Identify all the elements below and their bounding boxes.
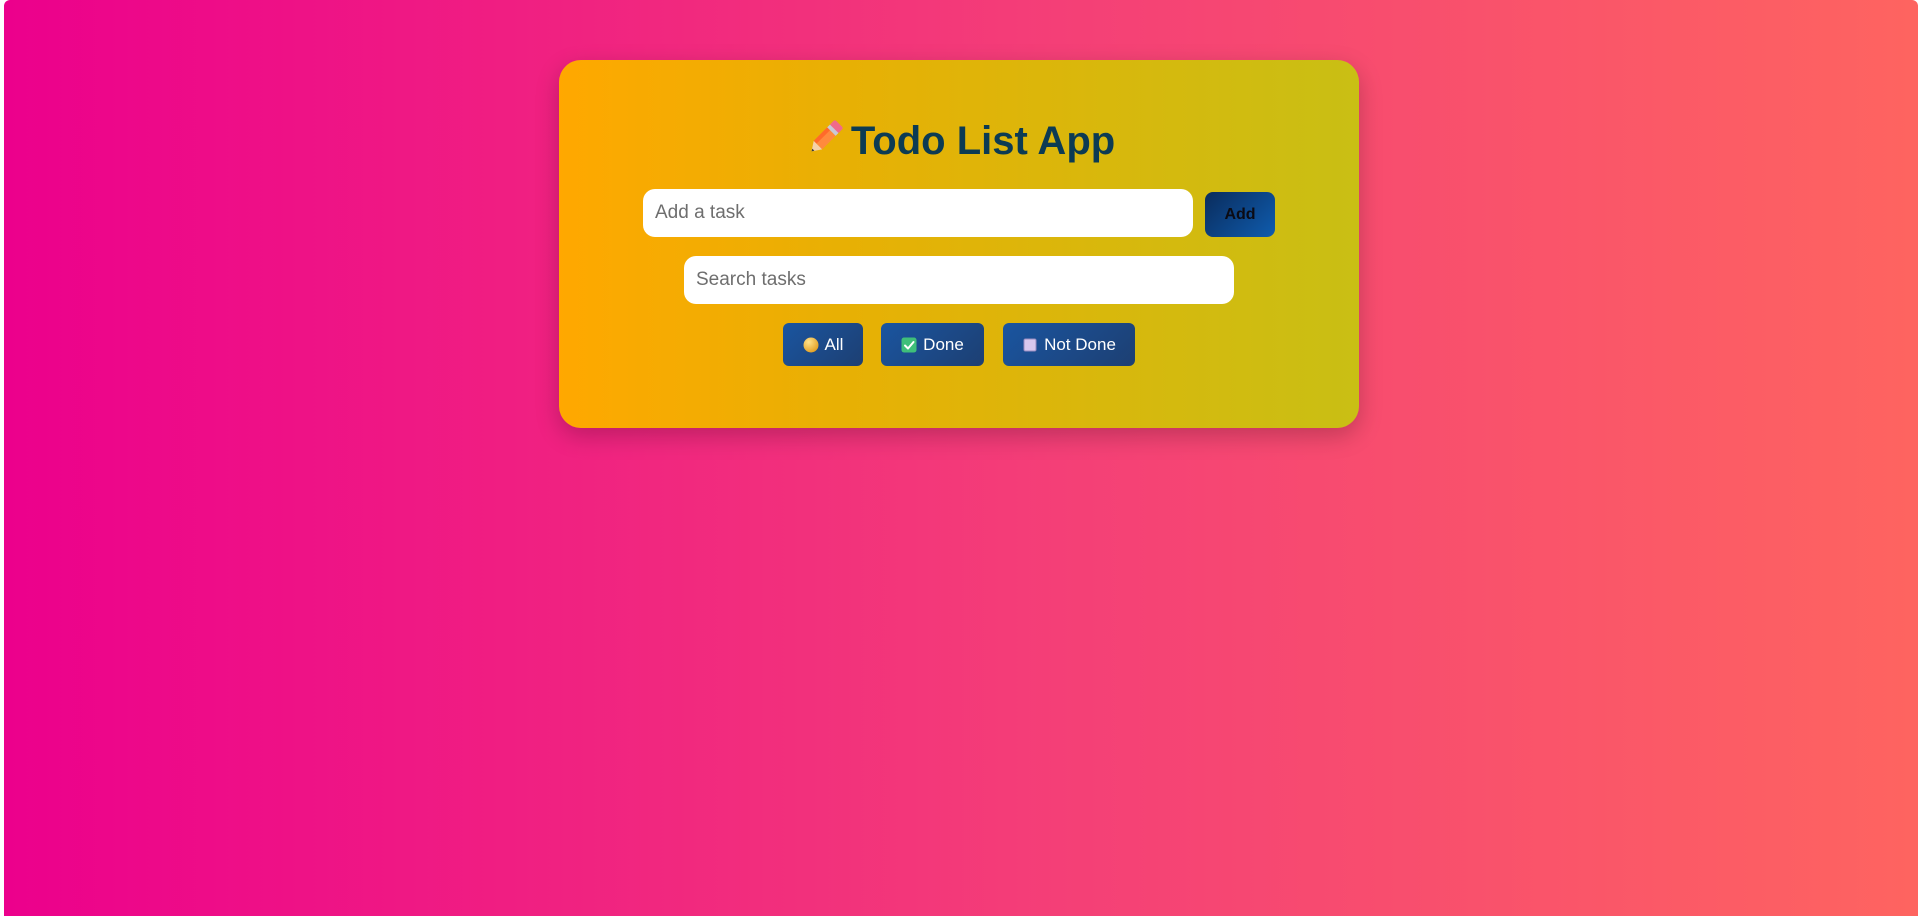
add-task-button[interactable]: Add [1205, 192, 1275, 237]
empty-square-icon [1022, 337, 1038, 353]
check-box-icon [901, 337, 917, 353]
filter-not-done-label: Not Done [1044, 334, 1116, 354]
app-title-text: Todo List App [850, 119, 1116, 163]
filter-all-button[interactable]: All [783, 323, 863, 366]
filter-not-done-button[interactable]: Not Done [1003, 323, 1135, 366]
page-title: Todo List App [0, 116, 1918, 166]
search-input[interactable] [684, 256, 1234, 304]
filter-all-label: All [824, 334, 844, 354]
filter-done-label: Done [923, 334, 964, 354]
add-task-input[interactable] [643, 189, 1193, 237]
filter-done-button[interactable]: Done [881, 323, 984, 366]
pencil-icon [803, 116, 847, 160]
orange-circle-icon [803, 337, 819, 353]
